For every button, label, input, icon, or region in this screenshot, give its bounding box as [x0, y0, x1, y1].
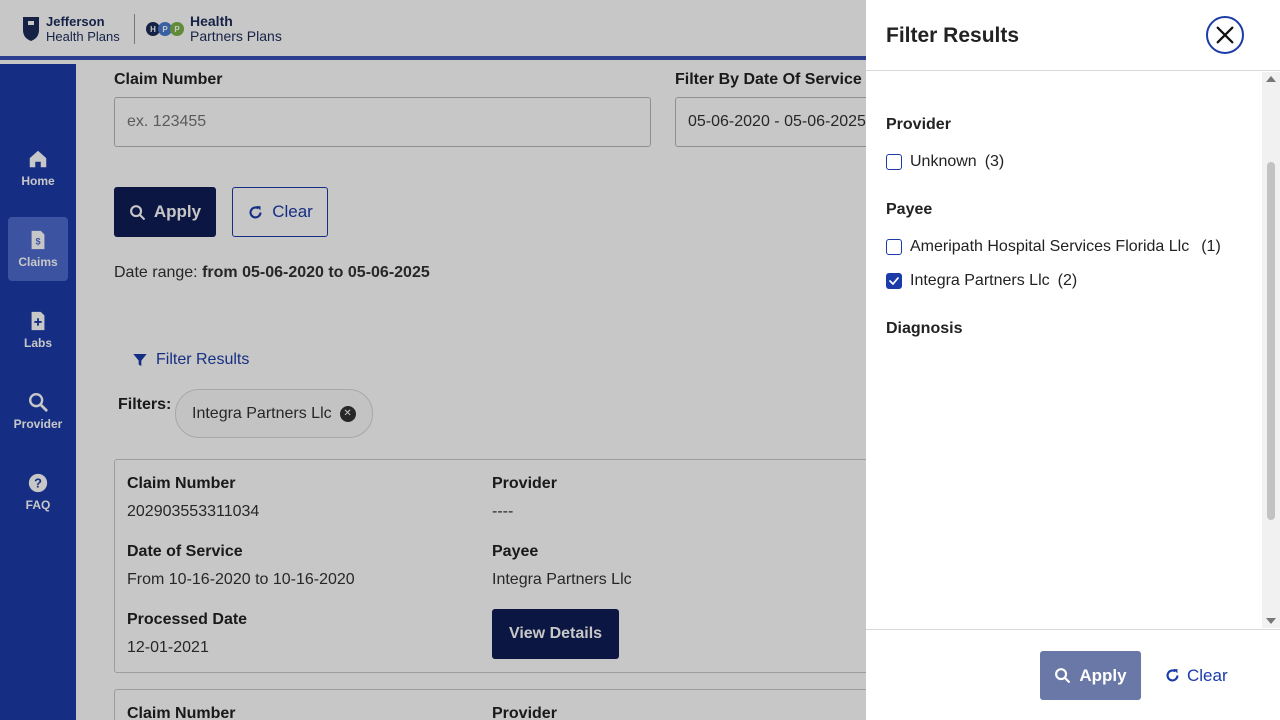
close-button[interactable]	[1206, 16, 1244, 54]
drawer-scrollbar[interactable]	[1262, 72, 1280, 628]
drawer-header: Filter Results	[866, 0, 1280, 71]
payee-option-integra[interactable]: Integra Partners Llc (2)	[886, 272, 1077, 290]
option-name: Unknown	[910, 153, 977, 170]
option-count: (1)	[1201, 238, 1221, 255]
drawer-clear-label: Clear	[1187, 665, 1228, 685]
drawer-clear-button[interactable]: Clear	[1164, 651, 1234, 700]
option-count: (3)	[984, 153, 1005, 170]
scroll-up-icon[interactable]	[1266, 76, 1276, 82]
search-icon	[1055, 668, 1071, 683]
check-icon	[889, 277, 899, 285]
drawer-apply-button[interactable]: Apply	[1040, 651, 1141, 700]
option-count: (2)	[1057, 272, 1078, 289]
scroll-thumb[interactable]	[1267, 162, 1275, 520]
refresh-icon	[1166, 669, 1179, 682]
checkbox-checked[interactable]	[886, 273, 902, 289]
provider-section-title: Provider	[886, 116, 951, 133]
scroll-down-icon[interactable]	[1266, 618, 1276, 624]
close-icon	[1216, 26, 1234, 44]
drawer-title: Filter Results	[886, 24, 1020, 47]
option-name: Integra Partners Llc	[910, 272, 1050, 289]
payee-option-ameripath[interactable]: Ameripath Hospital Services Florida Llc …	[886, 238, 1221, 256]
checkbox[interactable]	[886, 154, 902, 170]
drawer-apply-label: Apply	[1079, 665, 1127, 685]
provider-option-unknown[interactable]: Unknown (3)	[886, 153, 1004, 171]
modal-backdrop[interactable]	[0, 0, 866, 720]
payee-section-title: Payee	[886, 201, 933, 218]
checkbox[interactable]	[886, 239, 902, 255]
drawer-footer: Apply Clear	[866, 629, 1280, 720]
diagnosis-section-title: Diagnosis	[886, 320, 963, 337]
option-name: Ameripath Hospital Services Florida Llc	[910, 238, 1190, 255]
filter-drawer: Filter Results Provider Unknown (3) Paye…	[866, 0, 1280, 720]
